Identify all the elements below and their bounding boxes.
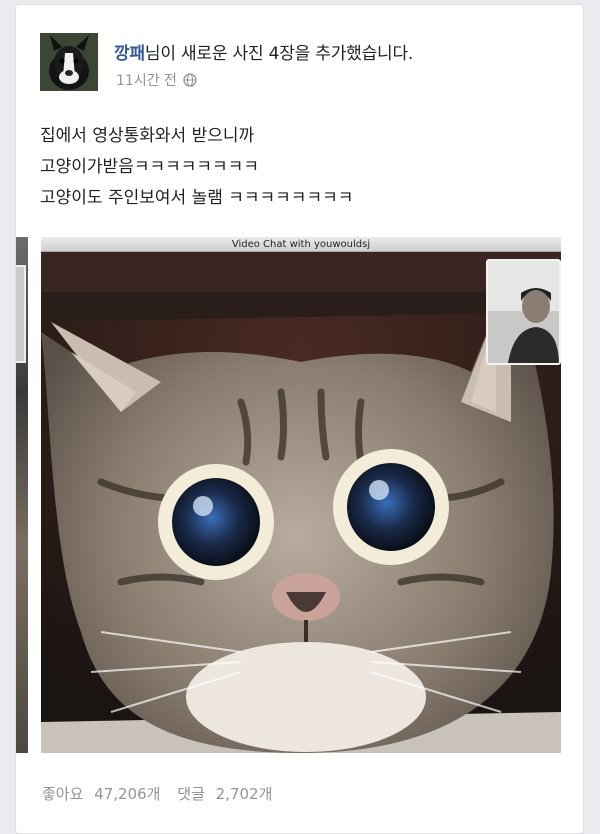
self-view-inset	[486, 259, 561, 365]
post-text-line: 집에서 영상통화와서 받으니까	[40, 126, 255, 146]
feed-post-card: 깡패님이 새로운 사진 4장을 추가했습니다. 11시간 전 집에서 영상통화와…	[15, 4, 584, 834]
likes-count: 47,206개	[94, 785, 161, 803]
previous-photo-thumbnail[interactable]	[16, 237, 28, 753]
post-text-line: 고양이가받음ㅋㅋㅋㅋㅋㅋㅋㅋ	[40, 157, 259, 177]
person-selfview-image	[488, 261, 559, 363]
cat-photo-image	[41, 252, 561, 753]
dog-avatar-image	[40, 33, 98, 91]
post-author-line: 깡패님이 새로운 사진 4장을 추가했습니다.	[114, 39, 413, 64]
post-timestamp[interactable]: 11시간 전	[116, 70, 177, 90]
comments-count: 2,702개	[215, 785, 273, 803]
video-chat-titlebar: Video Chat with youwouldsj	[41, 237, 561, 252]
post-header: 깡패님이 새로운 사진 4장을 추가했습니다. 11시간 전	[40, 33, 560, 95]
post-action-text: 님이 새로운 사진 4장을 추가했습니다.	[144, 44, 414, 64]
comments-label: 댓글	[177, 785, 205, 803]
post-footer: 좋아요 47,206개 댓글 2,702개	[42, 783, 284, 804]
author-name-link[interactable]: 깡패	[114, 44, 145, 64]
likes-label: 좋아요	[42, 785, 84, 803]
avatar[interactable]	[40, 33, 98, 91]
main-photo[interactable]: Video Chat with youwouldsj	[41, 237, 561, 753]
likes-link[interactable]: 좋아요 47,206개	[42, 785, 166, 803]
globe-icon[interactable]	[183, 73, 197, 87]
post-text: 집에서 영상통화와서 받으니까 고양이가받음ㅋㅋㅋㅋㅋㅋㅋㅋ 고양이도 주인보여…	[40, 121, 570, 214]
comments-link[interactable]: 댓글 2,702개	[177, 785, 278, 803]
post-text-line: 고양이도 주인보여서 놀램 ㅋㅋㅋㅋㅋㅋㅋㅋ	[40, 188, 354, 208]
photo-strip: Video Chat with youwouldsj	[16, 237, 583, 757]
post-meta: 11시간 전	[116, 70, 197, 90]
